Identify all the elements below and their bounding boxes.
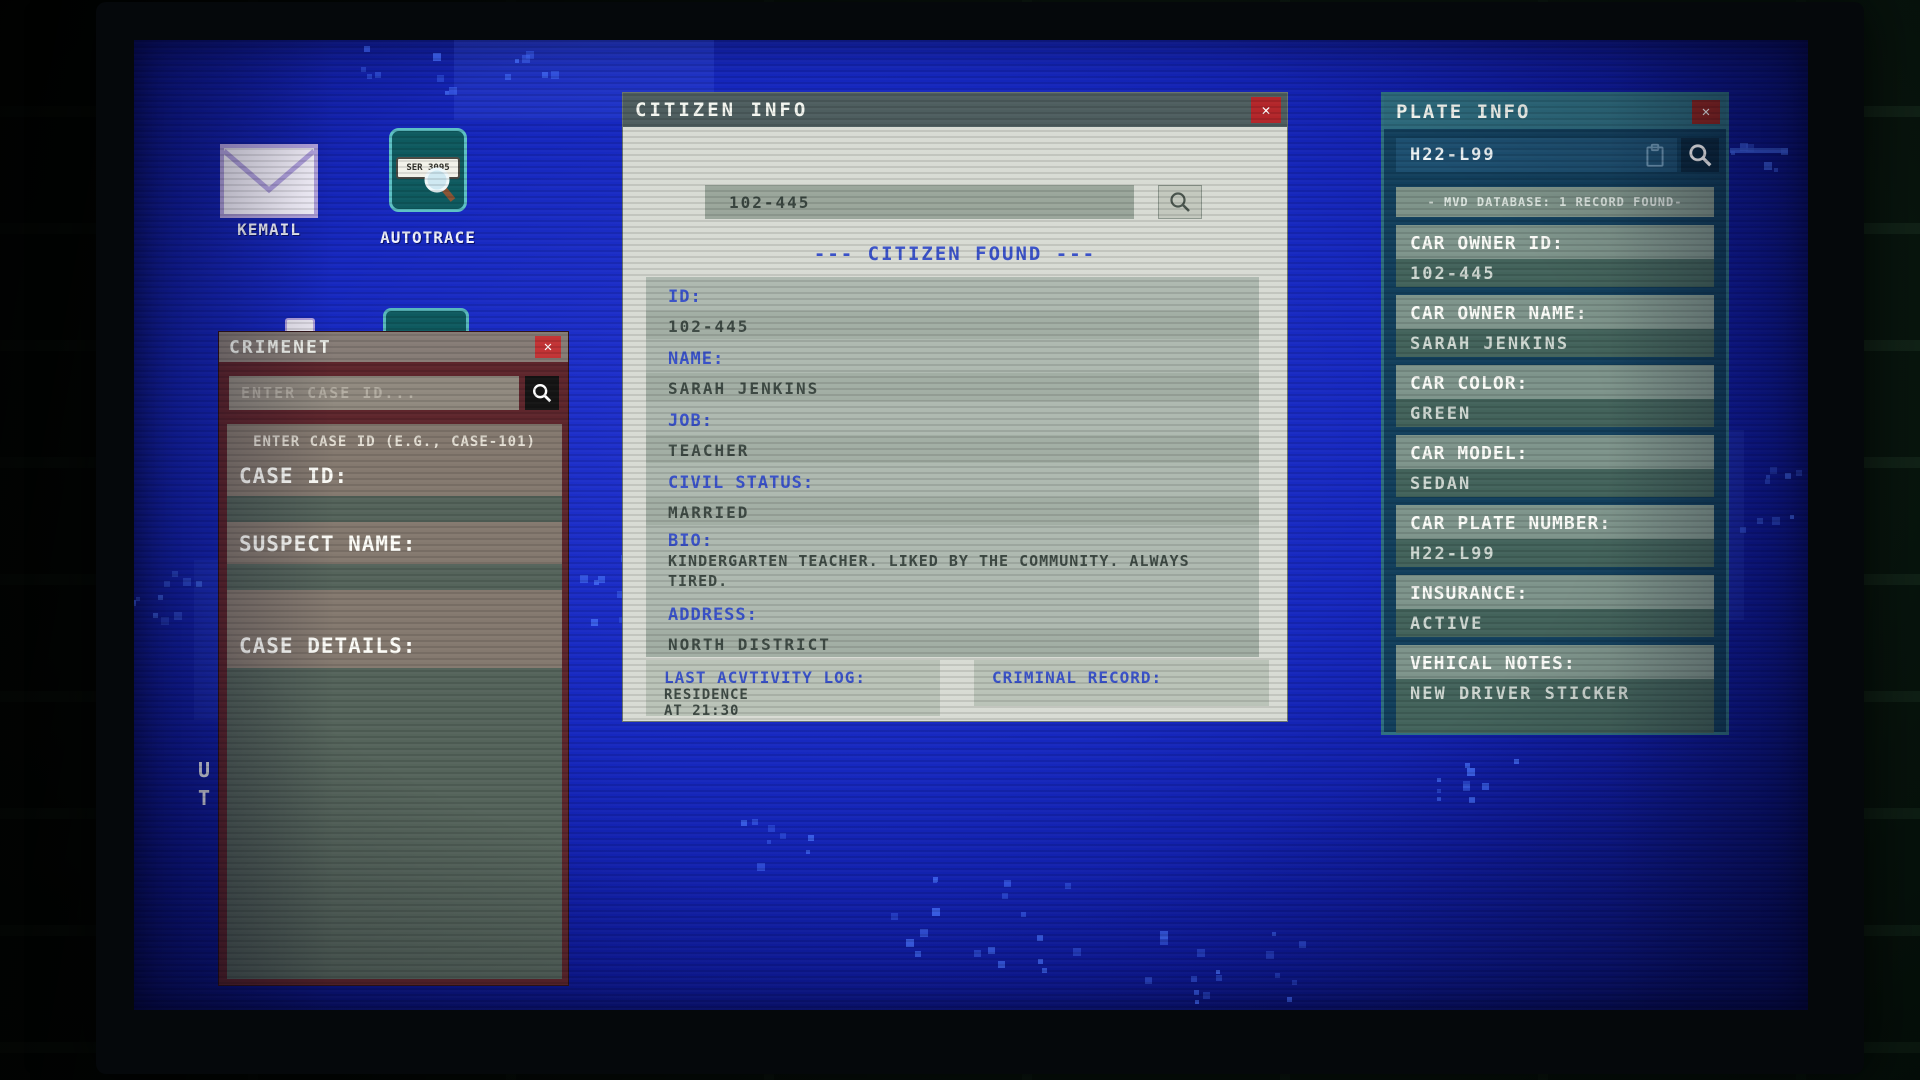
crimenet-title: CRIMENET <box>229 337 332 358</box>
citizen-info-close-button[interactable]: ✕ <box>1251 97 1281 123</box>
case-details-label: CASE DETAILS: <box>239 634 416 658</box>
record-field-label: BIO: <box>646 525 1259 549</box>
plate-info-close-button[interactable]: ✕ <box>1692 100 1720 124</box>
crimenet-close-button[interactable]: ✕ <box>535 336 561 358</box>
kemail-app-icon[interactable] <box>220 144 318 218</box>
citizen-info-title: CITIZEN INFO <box>635 99 808 121</box>
record-field-label: ADDRESS: <box>646 595 1259 629</box>
record-field-label: CAR COLOR: <box>1396 365 1714 399</box>
crimenet-window: CRIMENET ✕ ENTER CASE ID (E.G., CASE-101… <box>218 331 569 986</box>
record-field-label: ID: <box>646 277 1259 311</box>
crimenet-case-id-input[interactable] <box>229 376 519 410</box>
search-icon <box>531 382 553 404</box>
record-field-value: TEACHER <box>646 435 1259 463</box>
record-field-value: SARAH JENKINS <box>1396 329 1714 357</box>
desktop-screen: KEMAIL SER 3095 AUTOTRACE U T CRIMENET ✕ <box>134 40 1808 1010</box>
case-id-value-field <box>227 496 562 522</box>
record-field-value: MARRIED <box>646 497 1259 525</box>
plate-info-window: PLATE INFO ✕ - MVD DATABASE: 1 RECORD FO… <box>1381 92 1729 735</box>
search-icon <box>1168 190 1192 214</box>
suspect-name-value-field <box>227 564 562 590</box>
plate-search-input[interactable] <box>1396 138 1677 172</box>
record-field-label: CAR OWNER NAME: <box>1396 295 1714 329</box>
case-details-value-field <box>227 668 562 979</box>
crimenet-titlebar[interactable]: CRIMENET <box>219 332 568 362</box>
autotrace-icon-label: AUTOTRACE <box>353 228 503 247</box>
plate-search-button[interactable] <box>1681 138 1719 172</box>
criminal-record-label: CRIMINAL RECORD: <box>992 668 1269 687</box>
record-field-label: VEHICAL NOTES: <box>1396 645 1714 679</box>
citizen-found-heading: --- CITIZEN FOUND --- <box>623 243 1287 265</box>
monitor-bezel: KEMAIL SER 3095 AUTOTRACE U T CRIMENET ✕ <box>96 2 1864 1074</box>
record-field-value: SEDAN <box>1396 469 1714 497</box>
citizen-info-window: CITIZEN INFO ✕ --- CITIZEN FOUND --- ID:… <box>622 92 1288 722</box>
hidden-desktop-icon-top-teal[interactable] <box>383 308 469 332</box>
last-activity-label: LAST ACVTIVITY LOG: <box>664 668 940 687</box>
magnifier-icon <box>422 165 456 203</box>
record-field-label: CAR MODEL: <box>1396 435 1714 469</box>
last-activity-line: AT 21:30 <box>664 703 940 719</box>
suspect-name-label: SUSPECT NAME: <box>239 532 416 556</box>
crimenet-hint-text: ENTER CASE ID (E.G., CASE-101) <box>227 434 562 450</box>
mvd-database-status: - MVD DATABASE: 1 RECORD FOUND- <box>1396 187 1714 217</box>
record-field-label: CAR OWNER ID: <box>1396 225 1714 259</box>
last-activity-panel: LAST ACVTIVITY LOG: RESIDENCE AT 21:30 <box>646 660 940 716</box>
record-field-label: CAR PLATE NUMBER: <box>1396 505 1714 539</box>
autotrace-app-icon[interactable]: SER 3095 <box>389 128 467 212</box>
record-field-value: 102-445 <box>646 311 1259 339</box>
case-id-label: CASE ID: <box>239 464 348 488</box>
record-field-value: KINDERGARTEN TEACHER. LIKED BY THE COMMU… <box>646 549 1259 595</box>
record-field-value: NEW DRIVER STICKER <box>1396 679 1714 733</box>
citizen-search-input[interactable] <box>705 185 1134 219</box>
record-field-value: NORTH DISTRICT <box>646 629 1259 657</box>
record-field-value: GREEN <box>1396 399 1714 427</box>
record-field-value: 102-445 <box>1396 259 1714 287</box>
record-field-label: CIVIL STATUS: <box>646 463 1259 497</box>
plate-info-titlebar[interactable]: PLATE INFO <box>1384 95 1726 129</box>
crimenet-case-panel: ENTER CASE ID (E.G., CASE-101) CASE ID: … <box>227 424 562 979</box>
record-field-value: SARAH JENKINS <box>646 373 1259 401</box>
record-field-value: ACTIVE <box>1396 609 1714 637</box>
last-activity-line: RESIDENCE <box>664 687 940 703</box>
hidden-label-line: T <box>198 784 211 812</box>
criminal-record-panel: CRIMINAL RECORD: <box>974 660 1269 706</box>
record-field-label: NAME: <box>646 339 1259 373</box>
citizen-search-button[interactable] <box>1158 185 1202 219</box>
hidden-icon-label: U T <box>198 756 211 812</box>
record-field-label: INSURANCE: <box>1396 575 1714 609</box>
search-icon <box>1687 142 1713 168</box>
plate-info-title: PLATE INFO <box>1396 101 1530 123</box>
record-field-label: JOB: <box>646 401 1259 435</box>
envelope-icon <box>220 144 318 218</box>
citizen-info-titlebar[interactable]: CITIZEN INFO <box>623 93 1287 127</box>
record-field-value: H22-L99 <box>1396 539 1714 567</box>
hidden-label-line: U <box>198 756 211 784</box>
plate-record-panel: CAR OWNER ID: 102-445 CAR OWNER NAME: SA… <box>1396 225 1714 741</box>
crimenet-search-button[interactable] <box>525 376 559 410</box>
hidden-desktop-icon-top[interactable] <box>285 318 315 331</box>
kemail-icon-label: KEMAIL <box>194 220 344 239</box>
citizen-record-panel: ID: 102-445 NAME: SARAH JENKINS JOB: TEA… <box>646 277 1259 657</box>
clipboard-icon[interactable] <box>1642 142 1668 168</box>
